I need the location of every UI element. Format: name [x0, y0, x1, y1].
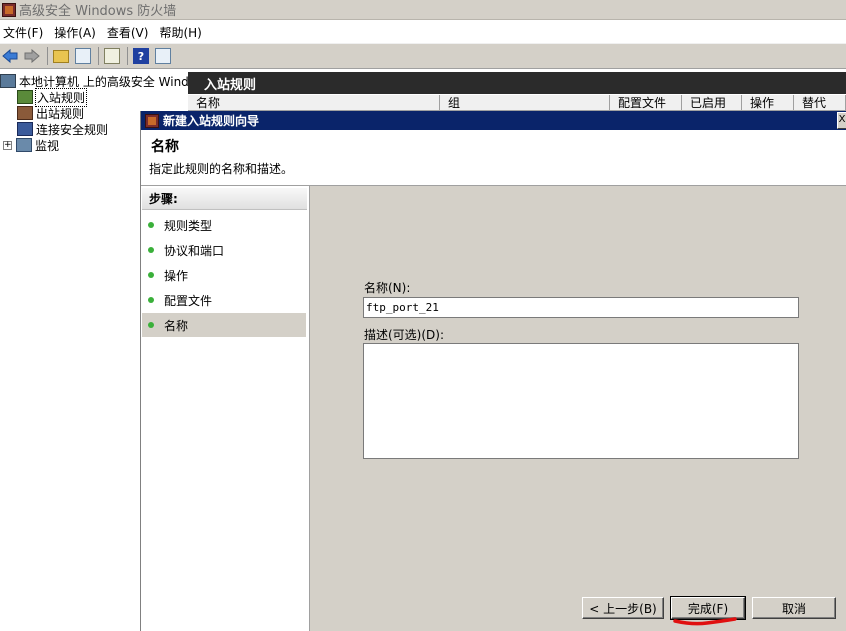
back-arrow-icon[interactable]	[0, 46, 20, 66]
monitoring-icon	[16, 138, 32, 152]
new-inbound-rule-wizard: 新建入站规则向导 X 名称 指定此规则的名称和描述。 步骤: 规则类型 协议和端…	[140, 111, 846, 631]
column-name[interactable]: 名称	[188, 95, 440, 111]
wizard-title-bar: 新建入站规则向导 X	[141, 111, 846, 130]
toolbar-separator	[127, 47, 128, 65]
close-icon[interactable]: X	[837, 112, 846, 129]
connection-security-icon	[17, 122, 33, 136]
inbound-rules-icon	[17, 90, 33, 104]
properties-icon[interactable]	[153, 46, 173, 66]
red-underline-annotation	[673, 617, 737, 626]
step-label: 名称	[164, 318, 189, 333]
export-icon[interactable]	[102, 46, 122, 66]
menu-action[interactable]: 操作(A)	[51, 24, 104, 41]
toolbar-separator	[47, 47, 48, 65]
firewall-app-icon	[2, 2, 16, 17]
tree-root-label: 本地计算机 上的高级安全 Windows	[19, 74, 213, 89]
cancel-button[interactable]: 取消	[752, 597, 836, 619]
step-complete-dot-icon	[148, 297, 154, 303]
step-complete-dot-icon	[148, 247, 154, 253]
name-input[interactable]	[363, 297, 799, 318]
description-textarea[interactable]	[363, 343, 799, 459]
menu-file[interactable]: 文件(F)	[0, 24, 51, 41]
toolbar: ?	[0, 43, 846, 69]
firewall-app-icon	[145, 113, 159, 128]
forward-arrow-icon[interactable]	[22, 46, 42, 66]
back-button[interactable]: < 上一步(B)	[582, 597, 664, 619]
tree-root[interactable]: 本地计算机 上的高级安全 Windows	[0, 73, 212, 89]
step-protocol-and-ports[interactable]: 协议和端口	[142, 238, 306, 262]
tree-item-monitoring[interactable]: + 监视	[3, 137, 59, 153]
column-profile[interactable]: 配置文件	[610, 95, 682, 111]
rules-column-header: 名称 组 配置文件 已启用 操作 替代	[188, 95, 846, 111]
column-action[interactable]: 操作	[742, 95, 794, 111]
outbound-rules-icon	[17, 106, 33, 120]
wizard-title: 新建入站规则向导	[163, 114, 260, 128]
step-label: 配置文件	[164, 293, 213, 308]
page-description: 指定此规则的名称和描述。	[149, 162, 294, 176]
computer-firewall-icon	[0, 74, 16, 88]
step-current-dot-icon	[148, 322, 154, 328]
main-window-title-bar: 高级安全 Windows 防火墙	[0, 0, 846, 20]
tree-item-connection-security-rules[interactable]: 连接安全规则	[17, 121, 108, 137]
show-hide-tree-icon[interactable]	[73, 46, 93, 66]
step-label: 规则类型	[164, 218, 213, 233]
tree-item-label: 入站规则	[34, 87, 88, 107]
up-folder-icon[interactable]	[51, 46, 71, 66]
help-icon[interactable]: ?	[131, 46, 151, 66]
step-complete-dot-icon	[148, 272, 154, 278]
results-pane-header: 入站规则	[188, 72, 846, 94]
tree-item-label: 连接安全规则	[36, 122, 109, 137]
name-label: 名称(N):	[364, 281, 411, 295]
tree-item-label: 出站规则	[36, 106, 85, 121]
description-label: 描述(可选)(D):	[364, 328, 445, 342]
page-title: 名称	[151, 139, 179, 155]
menu-bar: 文件(F) 操作(A) 查看(V) 帮助(H)	[0, 21, 846, 43]
column-enabled[interactable]: 已启用	[682, 95, 742, 111]
step-profile[interactable]: 配置文件	[142, 288, 306, 312]
tree-item-label: 监视	[35, 138, 60, 153]
steps-title: 步骤:	[142, 188, 307, 210]
toolbar-separator	[98, 47, 99, 65]
menu-view[interactable]: 查看(V)	[104, 24, 157, 41]
step-label: 操作	[164, 268, 189, 283]
column-group[interactable]: 组	[440, 95, 610, 111]
step-label: 协议和端口	[164, 243, 225, 258]
tree-item-inbound-rules[interactable]: 入站规则	[17, 87, 88, 107]
tree-item-outbound-rules[interactable]: 出站规则	[17, 105, 84, 121]
expand-plus-icon[interactable]: +	[3, 140, 12, 150]
step-name[interactable]: 名称	[142, 313, 306, 337]
menu-help[interactable]: 帮助(H)	[156, 24, 209, 41]
wizard-steps-panel: 步骤: 规则类型 协议和端口 操作 配置文件 名称	[141, 186, 310, 631]
step-complete-dot-icon	[148, 222, 154, 228]
wizard-header: 名称 指定此规则的名称和描述。	[141, 130, 846, 186]
step-rule-type[interactable]: 规则类型	[142, 213, 306, 237]
step-action[interactable]: 操作	[142, 263, 306, 287]
column-override[interactable]: 替代	[794, 95, 846, 111]
main-window-title: 高级安全 Windows 防火墙	[19, 4, 177, 19]
